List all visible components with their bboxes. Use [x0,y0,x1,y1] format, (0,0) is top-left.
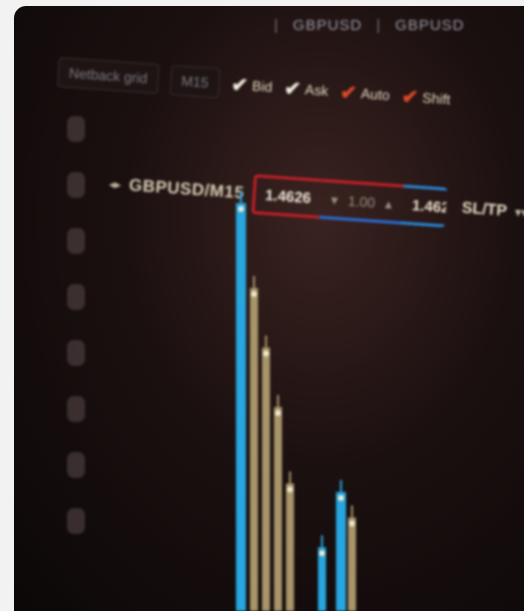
shift-checkbox[interactable]: ✔ Shift [401,84,451,112]
symbol-tab-strip: | GBPUSD | GBPUSD [274,14,524,36]
auto-checkbox[interactable]: ✔ Auto [339,79,390,107]
fib-icon[interactable] [67,452,85,478]
candle-body [318,547,326,611]
candle-close-dot [275,410,281,416]
auto-checkbox-label: Auto [360,85,391,104]
candle-close-dot [338,495,344,501]
candle-body [236,203,246,611]
trend-icon[interactable] [67,284,85,310]
shift-checkbox-label: Shift [421,89,451,108]
hline-icon[interactable] [67,340,85,366]
candle-close-dot [263,350,269,357]
ask-checkbox[interactable]: ✔ Ask [283,75,329,103]
check-icon: ✔ [400,85,420,109]
candle-body [250,288,258,611]
grid-dropdown[interactable]: Netback grid [56,57,160,94]
collapse-chevron-icon[interactable]: ◂▸ [109,177,122,192]
candle [286,471,294,611]
bid-checkbox[interactable]: ✔ Bid [231,72,274,100]
tab-separator: | [274,16,279,34]
candle-body [274,407,282,611]
text-icon[interactable] [67,508,85,534]
candle [318,535,326,611]
line-icon[interactable] [67,228,85,254]
candle-close-dot [349,520,355,527]
symbol-tab[interactable]: GBPUSD [395,17,464,34]
candle-body [348,517,356,611]
price-chart [236,191,356,611]
candle-close-dot [287,486,293,493]
channel-icon[interactable] [67,396,85,422]
drawing-tools-sidebar [56,116,96,606]
ask-checkbox-label: Ask [304,81,329,99]
bid-checkbox-label: Bid [251,77,273,95]
candle-body [286,483,294,611]
candle [262,335,270,611]
timeframe-dropdown[interactable]: M15 [169,64,221,99]
candle-close-dot [238,206,244,212]
candle [348,505,356,611]
tab-separator: | [376,16,382,34]
candle-body [336,492,346,611]
trading-screen-photo: | GBPUSD | GBPUSD Netback grid M15 ✔ Bid… [14,6,524,611]
check-icon: ✔ [283,77,302,101]
candle-body [262,347,270,611]
check-icon: ✔ [230,73,249,97]
pointer-icon[interactable] [67,172,85,198]
chart-icon[interactable] [67,116,85,142]
candle [336,480,346,611]
screen-content: | GBPUSD | GBPUSD Netback grid M15 ✔ Bid… [14,6,524,611]
candle-close-dot [251,291,257,297]
candle [236,191,246,611]
candle-close-dot [319,550,325,557]
symbol-tab[interactable]: GBPUSD [293,17,362,34]
candle [274,395,282,611]
chart-toolbar: Netback grid M15 ✔ Bid ✔ Ask ✔ Auto ✔ Sh… [56,52,524,125]
check-icon: ✔ [339,81,358,105]
candle [250,276,258,611]
